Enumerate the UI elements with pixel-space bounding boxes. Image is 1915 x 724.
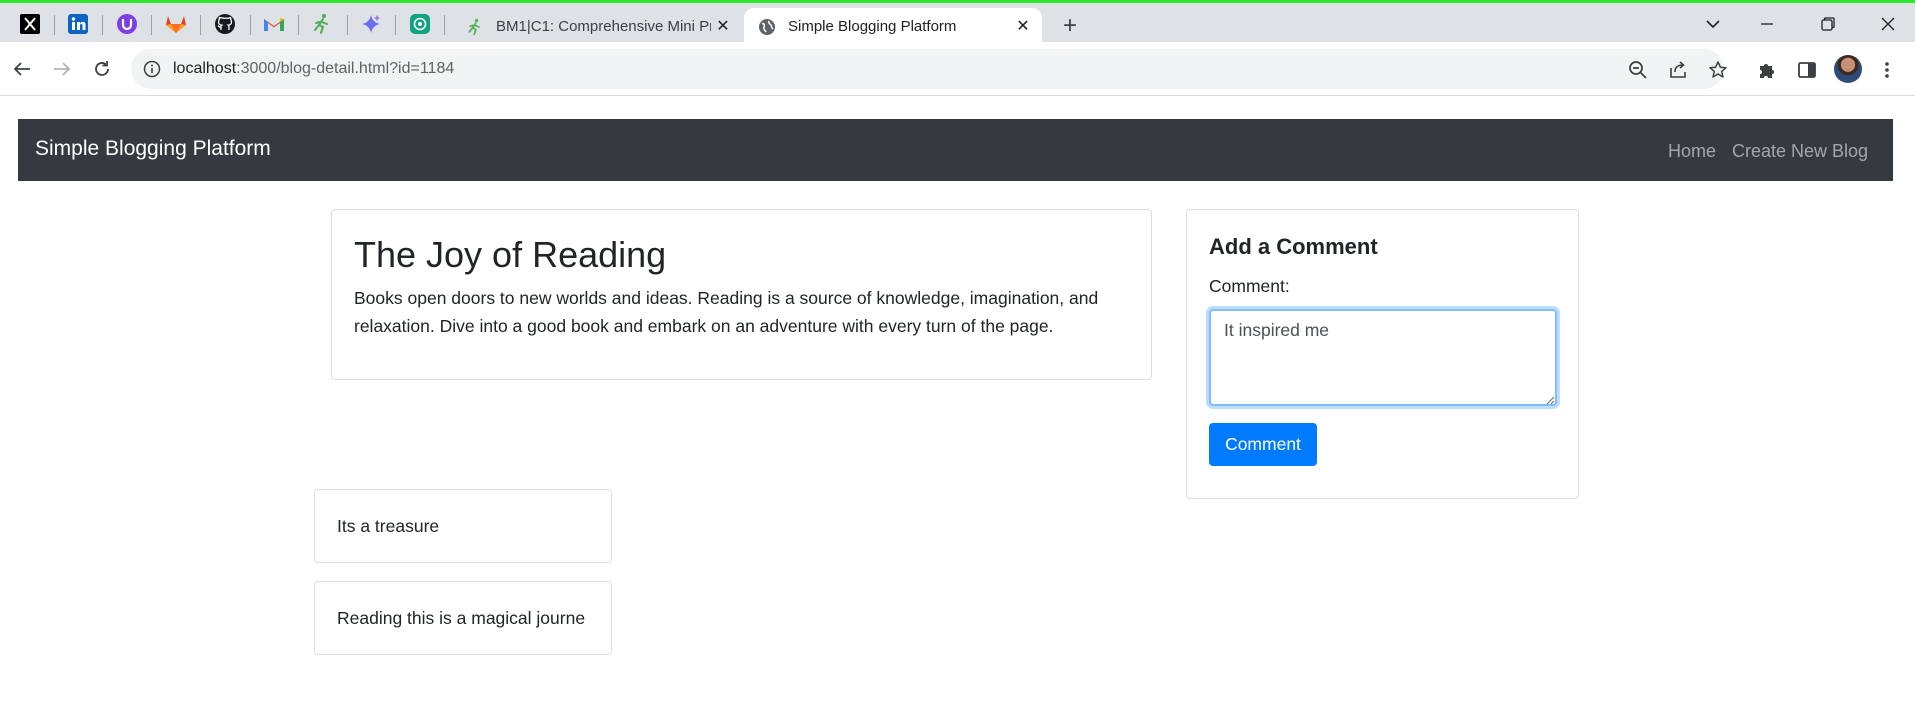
linkedin-icon[interactable] xyxy=(63,9,93,39)
tab-separator xyxy=(54,15,55,35)
tab-title: Simple Blogging Platform xyxy=(788,18,957,35)
u-app-icon[interactable] xyxy=(112,9,142,39)
close-window-button[interactable] xyxy=(1868,7,1908,41)
site-navbar: Simple Blogging Platform Home Create New… xyxy=(18,119,1893,181)
extensions-puzzle-icon[interactable] xyxy=(1755,58,1779,82)
runner-app-icon[interactable] xyxy=(307,9,337,39)
github-icon[interactable] xyxy=(210,9,240,39)
restore-window-button[interactable] xyxy=(1808,7,1848,41)
comment-text: Reading this is a magical journe xyxy=(337,608,586,628)
tab-simple-blogging-platform[interactable]: Simple Blogging Platform ✕ xyxy=(744,8,1042,45)
gitlab-icon[interactable] xyxy=(161,9,191,39)
gmail-icon[interactable] xyxy=(259,9,289,39)
tab-search-chevron-icon[interactable] xyxy=(1693,7,1733,41)
page-viewport: Simple Blogging Platform Home Create New… xyxy=(0,97,1915,724)
share-icon[interactable] xyxy=(1667,59,1689,81)
zoom-icon[interactable] xyxy=(1627,59,1649,81)
add-comment-heading: Add a Comment xyxy=(1209,234,1378,259)
runner-app-icon xyxy=(466,18,484,36)
tab-separator xyxy=(200,15,201,35)
tab-comprehensive-mini-project[interactable]: BM1|C1: Comprehensive Mini Pro ✕ xyxy=(452,8,742,45)
bookmark-star-icon[interactable] xyxy=(1707,59,1729,81)
gemini-icon[interactable] xyxy=(356,9,386,39)
comment-submit-button[interactable]: Comment xyxy=(1209,423,1317,466)
x-twitter-icon[interactable] xyxy=(15,9,45,39)
chatgpt-icon[interactable] xyxy=(405,9,435,39)
url-path: :3000/blog-detail.html?id=1184 xyxy=(236,60,455,77)
profile-avatar[interactable] xyxy=(1834,55,1862,83)
comment-item: Its a treasure xyxy=(314,489,612,563)
post-title: The Joy of Reading xyxy=(354,234,667,275)
minimize-window-button[interactable] xyxy=(1747,7,1787,41)
post-content: Books open doors to new worlds and ideas… xyxy=(354,288,1099,336)
tab-separator xyxy=(395,15,396,35)
post-card: The Joy of Reading Books open doors to n… xyxy=(331,209,1152,380)
close-tab-icon[interactable]: ✕ xyxy=(714,17,732,35)
tab-separator xyxy=(298,15,299,35)
add-comment-card: Add a Comment Comment: It inspired me Co… xyxy=(1186,209,1579,499)
tab-separator xyxy=(444,15,445,35)
forward-button[interactable] xyxy=(45,52,79,86)
new-tab-button[interactable]: + xyxy=(1055,11,1085,41)
comment-text: Its a treasure xyxy=(337,516,440,536)
nav-link-home[interactable]: Home xyxy=(1668,141,1716,162)
tab-separator xyxy=(151,15,152,35)
globe-icon xyxy=(758,18,776,36)
tab-title: BM1|C1: Comprehensive Mini Pro xyxy=(496,18,711,35)
url-host: localhost xyxy=(173,60,237,77)
address-bar[interactable]: localhost:3000/blog-detail.html?id=1184 xyxy=(131,49,1727,89)
tab-separator xyxy=(347,15,348,35)
browser-toolbar: localhost:3000/blog-detail.html?id=1184 xyxy=(0,42,1915,96)
navbar-brand[interactable]: Simple Blogging Platform xyxy=(35,137,271,161)
tab-separator xyxy=(102,15,103,35)
close-tab-icon[interactable]: ✕ xyxy=(1014,17,1032,35)
side-panel-icon[interactable] xyxy=(1795,58,1819,82)
reload-button[interactable] xyxy=(85,52,119,86)
site-info-icon[interactable] xyxy=(143,60,161,78)
back-button[interactable] xyxy=(5,52,39,86)
comment-textarea[interactable]: It inspired me xyxy=(1209,309,1557,406)
comment-item: Reading this is a magical journe xyxy=(314,581,612,655)
url-text: localhost:3000/blog-detail.html?id=1184 xyxy=(173,60,454,78)
browser-tab-strip: BM1|C1: Comprehensive Mini Pro ✕ Simple … xyxy=(0,0,1915,45)
tab-separator xyxy=(250,15,251,35)
comment-label: Comment: xyxy=(1209,276,1290,296)
browser-menu-icon[interactable] xyxy=(1875,58,1899,82)
nav-link-create-new-blog[interactable]: Create New Blog xyxy=(1732,141,1868,162)
resize-grip-icon[interactable] xyxy=(1543,393,1555,405)
